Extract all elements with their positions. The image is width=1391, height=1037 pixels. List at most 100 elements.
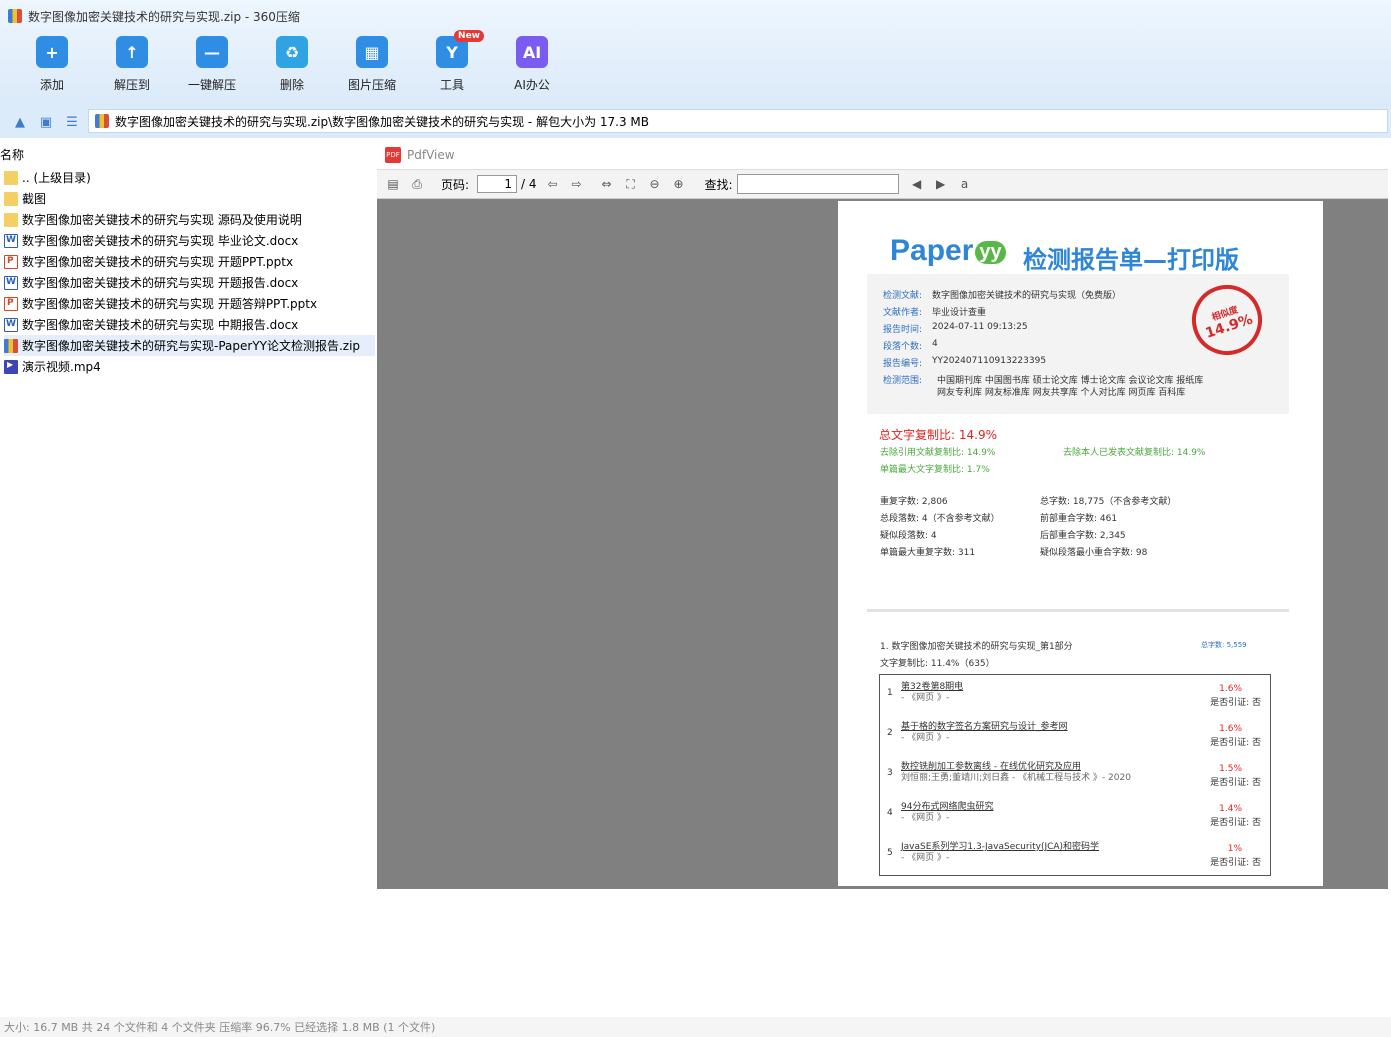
file-row[interactable]: 数字图像加密关键技术的研究与实现 开题报告.docx (4, 272, 375, 293)
toolbar-button-3[interactable]: — 一键解压 (172, 36, 252, 98)
source-percent: 1.4% (1219, 804, 1242, 814)
total-copy-ratio: 总文字复制比: 14.9% (879, 428, 997, 442)
report-divider (867, 609, 1289, 612)
ai-icon: AI (516, 36, 548, 68)
folder-file-icon (4, 212, 18, 227)
toolbar-button-2[interactable]: ↑ 解压到 (92, 36, 172, 98)
docx-file-icon (4, 317, 18, 332)
source-number: 1 (887, 688, 893, 698)
file-name: 截图 (22, 192, 47, 206)
print-icon[interactable]: ⎙ (409, 176, 425, 192)
file-name: 数字图像加密关键技术的研究与实现 开题答辩PPT.pptx (22, 297, 318, 311)
thumbnail-view-icon[interactable]: ▣ (38, 114, 54, 130)
extract-to-icon: ↑ (116, 36, 148, 68)
toolbar-button-label: 删除 (279, 78, 304, 92)
column-header-name[interactable]: 名称 (0, 146, 375, 164)
stat-item: 单篇最大重复字数: 311 (880, 548, 976, 558)
toolbar-button-label: 工具 (439, 78, 464, 92)
brand-text: Paper (890, 234, 974, 267)
file-row[interactable]: .. (上级目录) (4, 167, 375, 188)
stat-item: 疑似段落最小重合字数: 98 (1040, 548, 1148, 558)
source-citation: 是否引证: 否 (1210, 738, 1261, 748)
source-citation: 是否引证: 否 (1210, 778, 1261, 788)
up-arrow-icon[interactable]: ▲ (12, 114, 28, 130)
section-char-count: 总字数: 5,559 (1201, 641, 1247, 649)
page-input[interactable]: 1 (477, 175, 518, 193)
info-value: 2024-07-11 09:13:25 (932, 322, 1028, 332)
info-value: 毕业设计查重 (932, 308, 987, 318)
toolbar-button-6[interactable]: Y New 工具 (412, 30, 492, 98)
status-bar: 大小: 16.7 MB 共 24 个文件和 4 个文件夹 压缩率 96.7% 已… (0, 1017, 1391, 1037)
address-path: 数字图像加密关键技术的研究与实现.zip\数字图像加密关键技术的研究与实现 - … (115, 114, 650, 129)
stat-item: 后部重合字数: 2,345 (1040, 531, 1126, 541)
stat-item: 总段落数: 4（不含参考文献） (880, 514, 1000, 524)
folder-file-icon (4, 170, 18, 185)
file-name: 数字图像加密关键技术的研究与实现-PaperYY论文检测报告.zip (22, 339, 361, 353)
address-bar[interactable]: 数字图像加密关键技术的研究与实现.zip\数字图像加密关键技术的研究与实现 - … (88, 109, 1388, 133)
mp4-file-icon (4, 359, 18, 374)
file-row[interactable]: 数字图像加密关键技术的研究与实现 中期报告.docx (4, 314, 375, 335)
report-brand: Paper yy (890, 234, 1006, 268)
pdf-icon: PDF (385, 147, 401, 163)
info-label: 报告编号: (883, 359, 923, 369)
file-name: 数字图像加密关键技术的研究与实现 中期报告.docx (22, 318, 299, 332)
toolbar-button-7[interactable]: AI AI办公 (492, 36, 572, 98)
source-number: 5 (887, 848, 893, 858)
stat-item: 总字数: 18,775（不含参考文献） (1040, 497, 1177, 507)
info-value: 4 (932, 339, 938, 349)
info-label: 段落个数: (883, 342, 923, 352)
pdfview-title: PdfView (407, 148, 455, 162)
window-title: 数字图像加密关键技术的研究与实现.zip - 360压缩 (8, 6, 300, 26)
file-name: 演示视频.mp4 (22, 360, 101, 374)
stat-item: 前部重合字数: 461 (1040, 514, 1118, 524)
tools-icon: Y New (436, 30, 484, 68)
file-row[interactable]: 数字图像加密关键技术的研究与实现 开题答辩PPT.pptx (4, 293, 375, 314)
one-click-extract-icon: — (196, 36, 228, 68)
source-citation: 是否引证: 否 (1210, 818, 1261, 828)
file-name: 数字图像加密关键技术的研究与实现 开题PPT.pptx (22, 255, 294, 269)
file-row[interactable]: 数字图像加密关键技术的研究与实现 开题PPT.pptx (4, 251, 375, 272)
toolbar-button-4[interactable]: ♻ 删除 (252, 36, 332, 98)
folder-file-icon (4, 191, 18, 206)
zoom-out-icon[interactable]: ⊖ (647, 176, 663, 192)
zoom-in-icon[interactable]: ⊕ (671, 176, 687, 192)
ratio-excluding-own-works: 去除本人已发表文献复制比: 14.9% (1063, 448, 1206, 458)
match-case-icon[interactable]: a (957, 176, 973, 192)
source-citation: 是否引证: 否 (1210, 698, 1261, 708)
pdfview-toolbar: ▤ ⎙ 页码: 1 / 4 ⇦ ⇨ ⇔ ⛶ ⊖ ⊕ 查找: ◀ ▶ a (377, 170, 1388, 199)
file-row[interactable]: 演示视频.mp4 (4, 356, 375, 377)
toolbar-button-1[interactable]: + 添加 (12, 36, 92, 98)
find-previous-icon[interactable]: ◀ (909, 176, 925, 192)
file-name: .. (上级目录) (22, 171, 91, 185)
source-subtitle: - 《网页 》- (901, 853, 950, 863)
open-file-icon[interactable]: ▤ (385, 176, 401, 192)
list-view-icon[interactable]: ☰ (64, 114, 80, 130)
info-label: 报告时间: (883, 325, 923, 335)
zip-app-icon (8, 9, 22, 23)
source-number: 3 (887, 768, 893, 778)
source-subtitle: - 《网页 》- (901, 733, 950, 743)
fit-width-icon[interactable]: ⇔ (599, 176, 615, 192)
find-input[interactable] (736, 174, 899, 194)
page-current[interactable]: 1 (477, 175, 518, 193)
add-icon: + (36, 36, 68, 68)
file-row[interactable]: 数字图像加密关键技术的研究与实现 源码及使用说明 (4, 209, 375, 230)
fit-page-icon[interactable]: ⛶ (623, 176, 639, 192)
pptx-file-icon (4, 296, 18, 311)
file-row[interactable]: 截图 (4, 188, 375, 209)
file-row[interactable]: 数字图像加密关键技术的研究与实现 毕业论文.docx (4, 230, 375, 251)
pptx-file-icon (4, 254, 18, 269)
info-label: 文献作者: (883, 308, 923, 318)
file-row[interactable]: 数字图像加密关键技术的研究与实现-PaperYY论文检测报告.zip (4, 335, 375, 356)
section-title: 1. 数字图像加密关键技术的研究与实现_第1部分 (880, 642, 1073, 652)
toolbar-button-5[interactable]: ▦ 图片压缩 (332, 36, 412, 98)
pdfview-title-bar: PDF PdfView (377, 141, 1388, 170)
ratio-single-max: 单篇最大文字复制比: 1.7% (880, 465, 990, 475)
next-page-icon[interactable]: ⇨ (569, 176, 585, 192)
previous-page-icon[interactable]: ⇦ (545, 176, 561, 192)
toolbar-button-label: 添加 (39, 78, 64, 92)
zip-file-icon (4, 338, 18, 353)
toolbar-button-label: AI办公 (514, 78, 550, 92)
source-percent: 1.6% (1219, 724, 1242, 734)
find-next-icon[interactable]: ▶ (933, 176, 949, 192)
